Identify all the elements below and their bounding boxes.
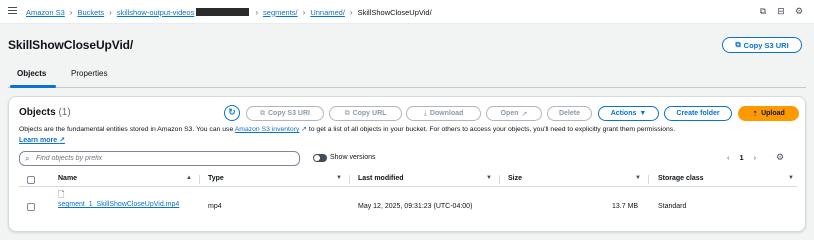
- previous-page-icon[interactable]: ‹: [727, 153, 730, 162]
- breadcrumb-unnamed[interactable]: Unnamed/: [310, 8, 345, 17]
- column-last-modified[interactable]: Last modified: [358, 175, 404, 182]
- show-versions-toggle[interactable]: [313, 154, 327, 162]
- sort-icon[interactable]: ▼: [635, 175, 641, 181]
- inventory-link[interactable]: Amazon S3 inventory: [235, 126, 300, 133]
- top-bar: Amazon S3 › Buckets › skillshow-output-v…: [0, 0, 814, 24]
- breadcrumb-segments[interactable]: segments/: [263, 8, 298, 17]
- copy-icon: ⧉: [344, 109, 350, 117]
- description-text: Objects are the fundamental entities sto…: [19, 126, 235, 133]
- external-link-icon: ↗: [59, 137, 65, 144]
- breadcrumb: Amazon S3 › Buckets › skillshow-output-v…: [26, 7, 432, 17]
- page-title: SkillShowCloseUpVid/: [8, 38, 134, 52]
- refresh-button[interactable]: ↻: [224, 105, 240, 121]
- settings-icon[interactable]: ⚙: [794, 6, 804, 16]
- breadcrumb-bucket[interactable]: skillshow-output-videos: [117, 8, 195, 17]
- copy-s3-uri-label: Copy S3 URI: [267, 110, 310, 117]
- objects-heading: Objects (1): [19, 107, 71, 118]
- breadcrumb-buckets[interactable]: Buckets: [77, 8, 104, 17]
- refresh-icon: ↻: [228, 107, 236, 117]
- copy-url-label: Copy URL: [352, 110, 387, 117]
- row-checkbox[interactable]: [27, 203, 35, 211]
- object-name-link[interactable]: segment_1_SkillShowCloseUpVid.mp4: [58, 200, 179, 209]
- select-all-checkbox[interactable]: [27, 176, 35, 184]
- breadcrumb-separator: ›: [109, 7, 112, 17]
- learn-more-label: Learn more: [19, 137, 58, 144]
- menu-icon[interactable]: [8, 7, 17, 15]
- show-versions-label: Show versions: [330, 154, 376, 161]
- objects-panel: Objects (1) ↻ ⧉ Copy S3 URI ⧉ Copy URL ⤓…: [8, 96, 806, 232]
- actions-label: Actions: [610, 110, 637, 117]
- breadcrumb-separator: ›: [349, 7, 353, 17]
- create-folder-button[interactable]: Create folder: [664, 106, 732, 121]
- breadcrumb-separator: ›: [69, 7, 73, 17]
- page-number[interactable]: 1: [740, 153, 744, 162]
- breadcrumb-separator: ›: [255, 7, 259, 17]
- object-size: 13.7 MB: [612, 203, 639, 210]
- sort-icon[interactable]: ▼: [486, 175, 492, 181]
- upload-label: Upload: [761, 110, 785, 117]
- column-type[interactable]: Type: [208, 175, 224, 182]
- object-type: mp4: [208, 203, 222, 210]
- tab-objects[interactable]: Objects: [17, 69, 46, 78]
- notifications-icon[interactable]: ⧉: [758, 6, 768, 16]
- copy-s3-uri-label: Copy S3 URI: [743, 40, 789, 50]
- delete-button[interactable]: Delete: [547, 106, 592, 121]
- tab-properties[interactable]: Properties: [71, 69, 107, 78]
- objects-title: Objects: [19, 107, 56, 118]
- column-divider: [349, 175, 350, 184]
- column-storage-class[interactable]: Storage class: [658, 175, 704, 182]
- column-divider: [199, 175, 200, 184]
- search-icon: ⌕: [25, 154, 30, 163]
- caret-down-icon: ▼: [639, 110, 647, 117]
- breadcrumb-amazon-s3[interactable]: Amazon S3: [26, 8, 65, 17]
- table-row: 🗋 segment_1_SkillShowCloseUpVid.mp4 mp4 …: [19, 189, 797, 217]
- next-page-icon[interactable]: ›: [754, 153, 757, 162]
- table-header: Name ▲ Type ▼ Last modified ▼ Size ▼ Sto…: [19, 173, 797, 187]
- description-text-end: to get a list of all objects in your buc…: [306, 126, 676, 133]
- download-label: Download: [429, 110, 464, 117]
- tab-bar: Objects Properties: [8, 66, 806, 88]
- upload-button[interactable]: ⇡ Upload: [738, 106, 799, 121]
- download-icon: ⤓: [423, 109, 427, 117]
- breadcrumb-separator: ›: [302, 7, 306, 17]
- table-settings-icon[interactable]: ⚙: [776, 152, 784, 163]
- objects-count: (1): [58, 107, 71, 118]
- download-button[interactable]: ⤓ Download: [406, 106, 481, 121]
- actions-dropdown[interactable]: Actions ▼: [598, 106, 659, 121]
- delete-label: Delete: [558, 110, 580, 117]
- upload-icon: ⇡: [752, 110, 759, 118]
- sort-icon[interactable]: ▼: [788, 175, 794, 181]
- copy-icon: ⧉: [259, 109, 265, 117]
- search-field[interactable]: ⌕: [19, 151, 300, 166]
- copy-icon: ⧉: [735, 40, 741, 49]
- sort-icon[interactable]: ▼: [336, 175, 342, 181]
- object-storage-class: Standard: [658, 203, 687, 210]
- panel-icon[interactable]: ⊟: [776, 6, 786, 16]
- column-divider: [499, 175, 500, 184]
- redacted-block: [195, 7, 251, 17]
- active-tab-indicator: [10, 85, 56, 88]
- pagination: ‹ 1 ›: [727, 153, 756, 162]
- learn-more-link[interactable]: Learn more ↗: [19, 136, 65, 144]
- copy-s3-uri-disabled-button[interactable]: ⧉ Copy S3 URI: [246, 106, 324, 121]
- column-size[interactable]: Size: [508, 175, 522, 182]
- open-label: Open: [500, 110, 519, 117]
- object-last-modified: May 12, 2025, 09:31:23 (UTC-04:00): [358, 203, 473, 210]
- copy-url-button[interactable]: ⧉ Copy URL: [329, 106, 402, 121]
- sort-ascending-icon[interactable]: ▲: [186, 175, 192, 181]
- open-button[interactable]: Open ↗: [486, 106, 542, 121]
- external-link-icon: ↗: [521, 110, 528, 118]
- breadcrumb-current: SkillShowCloseUpVid/: [357, 7, 432, 17]
- search-input[interactable]: [36, 153, 296, 164]
- copy-s3-uri-button[interactable]: ⧉ Copy S3 URI: [722, 37, 802, 53]
- column-divider: [648, 175, 649, 184]
- objects-description: Objects are the fundamental entities sto…: [19, 125, 799, 135]
- column-name[interactable]: Name: [58, 175, 77, 182]
- create-folder-label: Create folder: [676, 110, 720, 117]
